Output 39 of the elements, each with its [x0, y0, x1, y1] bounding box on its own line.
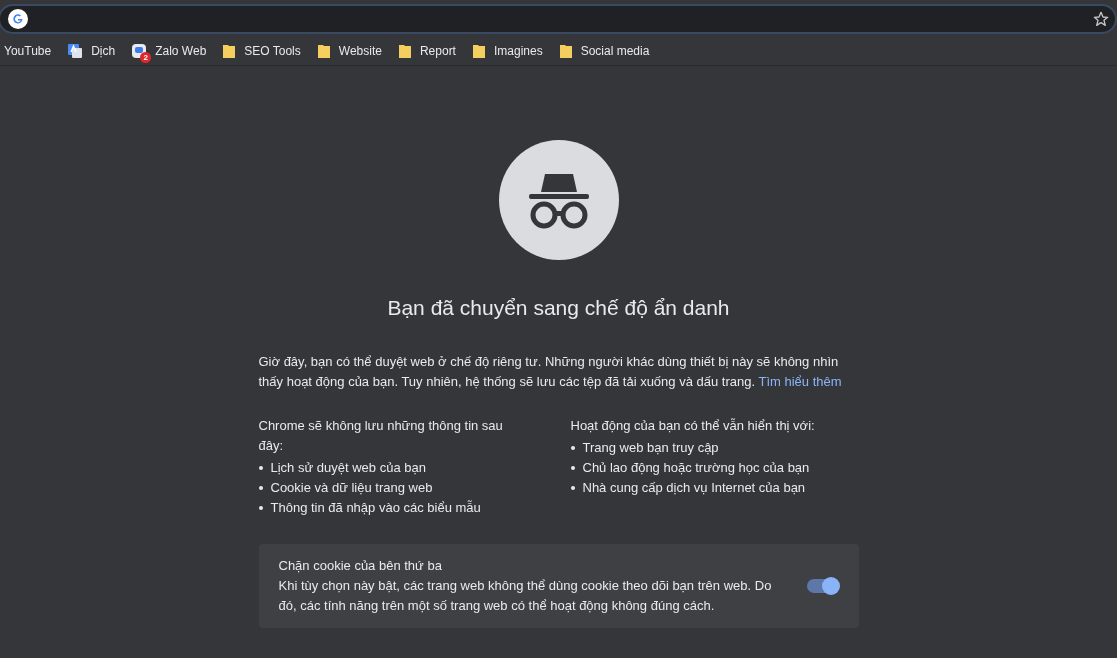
folder-icon: [471, 42, 486, 59]
folder-icon: [558, 42, 573, 59]
list-item: Thông tin đã nhập vào các biểu mẫu: [270, 498, 481, 517]
bullet-icon: [258, 485, 263, 490]
bookmark[interactable]: Report: [397, 41, 456, 60]
bullet-icon: [258, 505, 263, 510]
star-icon[interactable]: [1093, 11, 1109, 27]
list-item: Cookie và dữ liệu trang web: [270, 478, 433, 497]
folder-icon: [397, 42, 412, 59]
bookmark[interactable]: 2 Zalo Web: [131, 41, 207, 60]
list-item: Trang web bạn truy cập: [582, 438, 719, 457]
intro-paragraph: Giờ đây, bạn có thể duyệt web ở chế độ riêng tư. Những người khác dùng thiết bị này sẽ không nhìn thấy hoạt động của bạn. Tuy nhiên, hệ thống sẽ lưu các tệp đã tải xuống và dấu trang. Tìm hiểu thêm: [258, 352, 843, 391]
toggle-switch[interactable]: [806, 578, 839, 593]
bullet-icon: [570, 465, 575, 470]
column-heading: Hoạt động của bạn có thể vẫn hiển thị với:: [570, 416, 816, 435]
list-item: Chủ lao động hoặc trường học của bạn: [582, 458, 810, 477]
folder-icon: [222, 42, 237, 59]
app-icon: [131, 42, 148, 59]
bookmark[interactable]: YouTube: [4, 41, 52, 60]
bookmark[interactable]: Website: [316, 41, 382, 60]
google-logo-icon: [8, 9, 28, 29]
bullet-icon: [570, 445, 575, 450]
learn-more-link[interactable]: Tìm hiểu thêm: [758, 373, 842, 389]
bookmark[interactable]: SEO Tools: [222, 41, 301, 60]
bookmark[interactable]: Social media: [558, 41, 650, 60]
bullet-icon: [258, 465, 263, 470]
bullet-icon: [570, 485, 575, 490]
notification-badge: 2: [140, 51, 152, 63]
card-title: Chặn cookie của bên thứ ba: [278, 556, 443, 575]
column-heading: Chrome sẽ không lưu những thông tin sau đây:: [258, 416, 504, 455]
bookmark[interactable]: Imagines: [471, 41, 543, 60]
card-description: Khi tùy chọn này bật, các trang web không thể dùng cookie theo dõi bạn trên web. Do đó, các tính năng trên một số trang web có thể hoạt động không đúng cách.: [278, 576, 773, 615]
list-item: Lịch sử duyệt web của bạn: [270, 458, 426, 477]
list-item: Nhà cung cấp dịch vụ Internet của bạn: [582, 478, 806, 497]
page-heading: Bạn đã chuyển sang chế độ ẩn danh: [387, 295, 730, 321]
translate-icon: [67, 42, 84, 59]
bookmark[interactable]: Dịch: [67, 41, 116, 60]
folder-icon: [316, 42, 331, 59]
incognito-icon: [498, 140, 619, 260]
